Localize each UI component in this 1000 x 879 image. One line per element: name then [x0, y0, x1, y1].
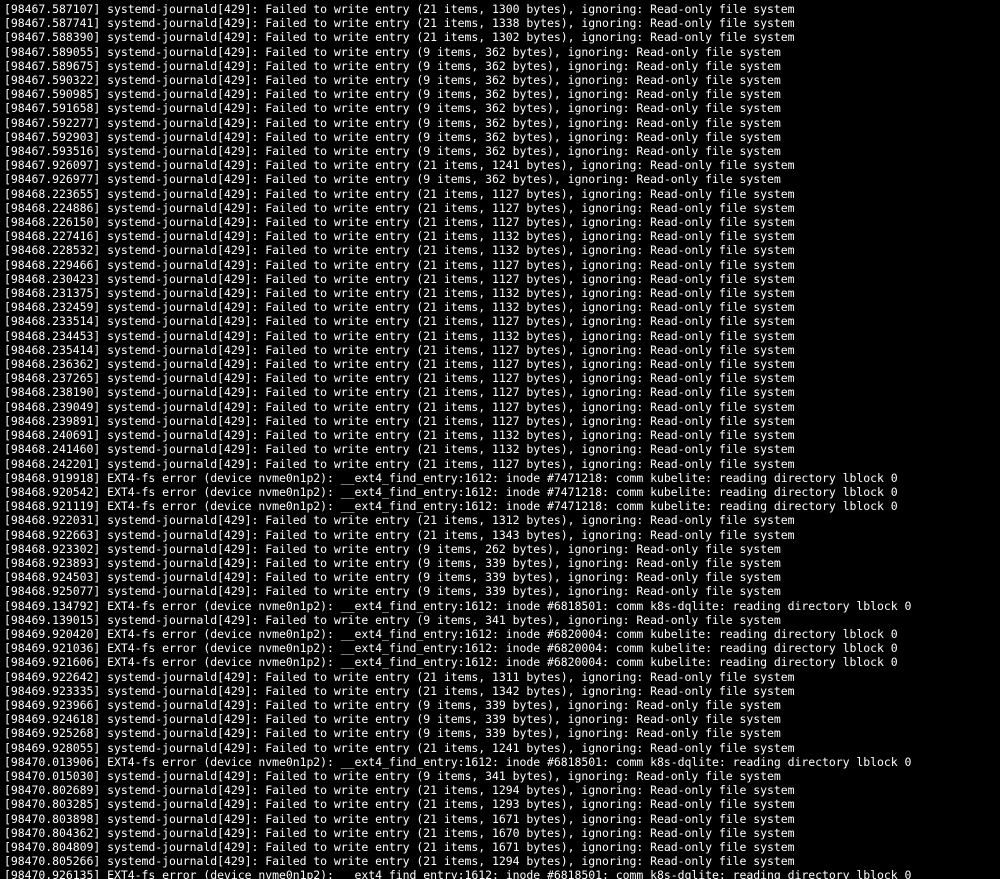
ext4-error-line: [98469.921606] EXT4-fs error (device nvm… — [4, 655, 996, 669]
journald-error-line: [98468.236362] systemd-journald[429]: Fa… — [4, 357, 996, 371]
journald-error-line: [98468.924503] systemd-journald[429]: Fa… — [4, 570, 996, 584]
journald-error-line: [98469.924618] systemd-journald[429]: Fa… — [4, 712, 996, 726]
journald-error-line: [98467.592903] systemd-journald[429]: Fa… — [4, 130, 996, 144]
journald-error-line: [98469.925268] systemd-journald[429]: Fa… — [4, 726, 996, 740]
ext4-error-line: [98470.926135] EXT4-fs error (device nvm… — [4, 868, 996, 879]
journald-error-line: [98467.926097] systemd-journald[429]: Fa… — [4, 158, 996, 172]
journald-error-line: [98467.589055] systemd-journald[429]: Fa… — [4, 45, 996, 59]
journald-error-line: [98470.015030] systemd-journald[429]: Fa… — [4, 769, 996, 783]
journald-error-line: [98467.591658] systemd-journald[429]: Fa… — [4, 101, 996, 115]
ext4-error-line: [98468.921119] EXT4-fs error (device nvm… — [4, 499, 996, 513]
journald-error-line: [98468.233514] systemd-journald[429]: Fa… — [4, 314, 996, 328]
journald-error-line: [98468.239891] systemd-journald[429]: Fa… — [4, 414, 996, 428]
journald-error-line: [98467.587741] systemd-journald[429]: Fa… — [4, 16, 996, 30]
journald-error-line: [98467.926977] systemd-journald[429]: Fa… — [4, 172, 996, 186]
journald-error-line: [98468.923302] systemd-journald[429]: Fa… — [4, 542, 996, 556]
journald-error-line: [98468.241460] systemd-journald[429]: Fa… — [4, 442, 996, 456]
ext4-error-line: [98469.920420] EXT4-fs error (device nvm… — [4, 627, 996, 641]
journald-error-line: [98467.589675] systemd-journald[429]: Fa… — [4, 59, 996, 73]
ext4-error-line: [98470.013906] EXT4-fs error (device nvm… — [4, 755, 996, 769]
journald-error-line: [98468.223655] systemd-journald[429]: Fa… — [4, 187, 996, 201]
journald-error-line: [98469.923966] systemd-journald[429]: Fa… — [4, 698, 996, 712]
journald-error-line: [98468.239049] systemd-journald[429]: Fa… — [4, 400, 996, 414]
journald-error-line: [98470.803285] systemd-journald[429]: Fa… — [4, 797, 996, 811]
journald-error-line: [98468.925077] systemd-journald[429]: Fa… — [4, 584, 996, 598]
journald-error-line: [98470.802689] systemd-journald[429]: Fa… — [4, 783, 996, 797]
journald-error-line: [98468.237265] systemd-journald[429]: Fa… — [4, 371, 996, 385]
ext4-error-line: [98468.919918] EXT4-fs error (device nvm… — [4, 471, 996, 485]
journald-error-line: [98468.242201] systemd-journald[429]: Fa… — [4, 457, 996, 471]
journald-error-line: [98468.231375] systemd-journald[429]: Fa… — [4, 286, 996, 300]
journald-error-line: [98468.240691] systemd-journald[429]: Fa… — [4, 428, 996, 442]
journald-error-line: [98469.928055] systemd-journald[429]: Fa… — [4, 741, 996, 755]
journald-error-line: [98470.805266] systemd-journald[429]: Fa… — [4, 854, 996, 868]
journald-error-line: [98470.804362] systemd-journald[429]: Fa… — [4, 826, 996, 840]
journald-error-line: [98467.590985] systemd-journald[429]: Fa… — [4, 87, 996, 101]
journald-error-line: [98468.232459] systemd-journald[429]: Fa… — [4, 300, 996, 314]
journald-error-line: [98468.235414] systemd-journald[429]: Fa… — [4, 343, 996, 357]
journald-error-line: [98467.588390] systemd-journald[429]: Fa… — [4, 30, 996, 44]
journald-error-line: [98467.590322] systemd-journald[429]: Fa… — [4, 73, 996, 87]
journald-error-line: [98468.224886] systemd-journald[429]: Fa… — [4, 201, 996, 215]
journald-error-line: [98468.922663] systemd-journald[429]: Fa… — [4, 528, 996, 542]
journald-error-line: [98467.587107] systemd-journald[429]: Fa… — [4, 2, 996, 16]
journald-error-line: [98470.804809] systemd-journald[429]: Fa… — [4, 840, 996, 854]
journald-error-line: [98467.593516] systemd-journald[429]: Fa… — [4, 144, 996, 158]
journald-error-line: [98468.229466] systemd-journald[429]: Fa… — [4, 258, 996, 272]
journald-error-line: [98470.803898] systemd-journald[429]: Fa… — [4, 812, 996, 826]
kernel-console-output: [98467.587107] systemd-journald[429]: Fa… — [0, 0, 1000, 879]
journald-error-line: [98468.922031] systemd-journald[429]: Fa… — [4, 513, 996, 527]
journald-error-line: [98468.234453] systemd-journald[429]: Fa… — [4, 329, 996, 343]
journald-error-line: [98467.592277] systemd-journald[429]: Fa… — [4, 116, 996, 130]
ext4-error-line: [98468.920542] EXT4-fs error (device nvm… — [4, 485, 996, 499]
journald-error-line: [98468.923893] systemd-journald[429]: Fa… — [4, 556, 996, 570]
journald-error-line: [98468.230423] systemd-journald[429]: Fa… — [4, 272, 996, 286]
ext4-error-line: [98469.921036] EXT4-fs error (device nvm… — [4, 641, 996, 655]
journald-error-line: [98468.226150] systemd-journald[429]: Fa… — [4, 215, 996, 229]
ext4-error-line: [98469.134792] EXT4-fs error (device nvm… — [4, 599, 996, 613]
journald-error-line: [98469.139015] systemd-journald[429]: Fa… — [4, 613, 996, 627]
journald-error-line: [98469.922642] systemd-journald[429]: Fa… — [4, 670, 996, 684]
journald-error-line: [98468.228532] systemd-journald[429]: Fa… — [4, 243, 996, 257]
journald-error-line: [98469.923335] systemd-journald[429]: Fa… — [4, 684, 996, 698]
journald-error-line: [98468.227416] systemd-journald[429]: Fa… — [4, 229, 996, 243]
journald-error-line: [98468.238190] systemd-journald[429]: Fa… — [4, 385, 996, 399]
